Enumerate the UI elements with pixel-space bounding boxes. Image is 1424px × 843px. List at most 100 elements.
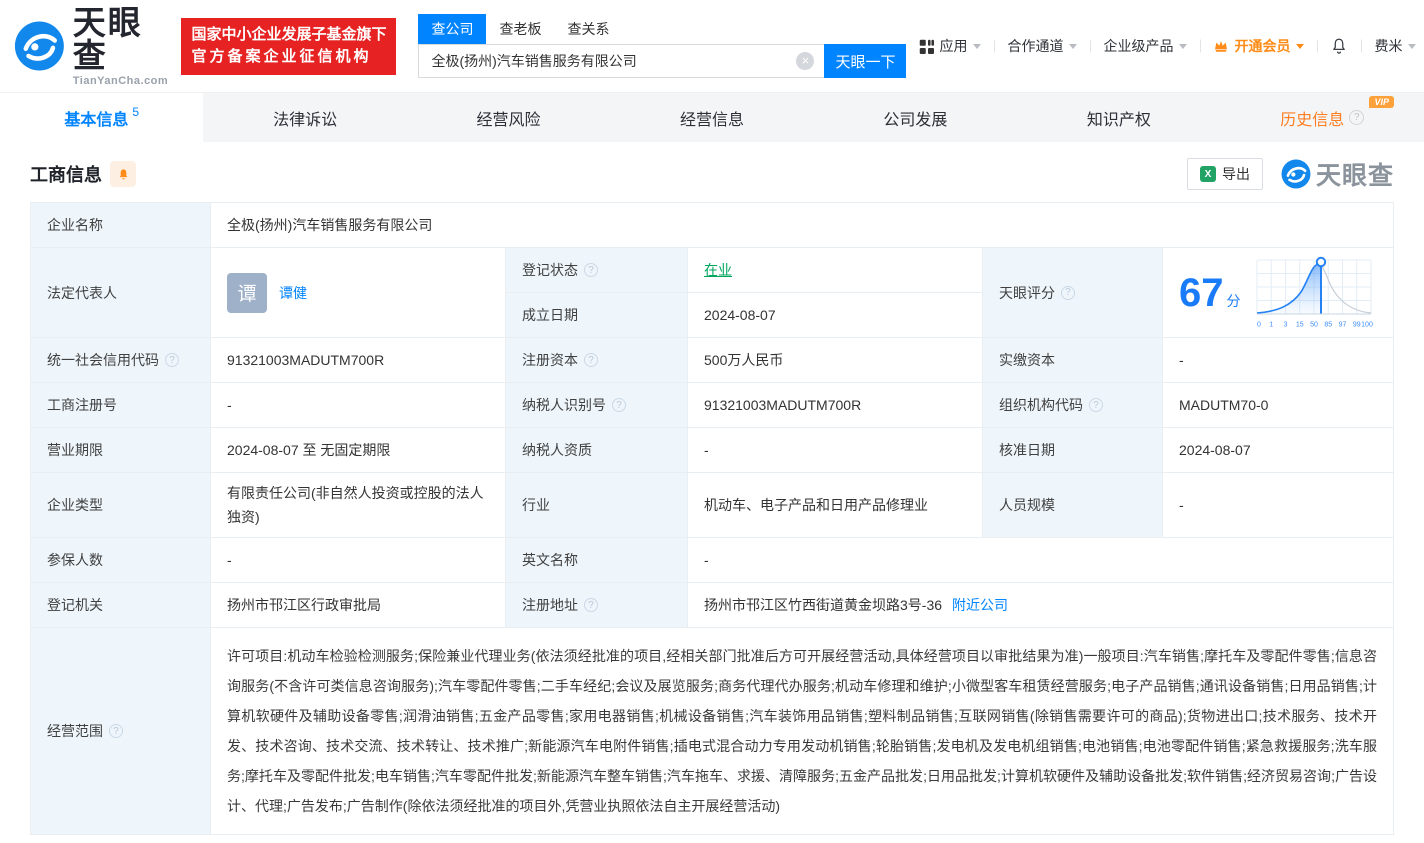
nav-user-menu[interactable]: 费米 <box>1361 36 1424 56</box>
search-bar: × 天眼一下 <box>418 44 907 78</box>
tab-legal-litigation[interactable]: 法律诉讼 <box>203 93 406 142</box>
field-label-industry: 行业 <box>506 473 688 537</box>
search-input[interactable] <box>418 44 825 78</box>
tab-label: 经营信息 <box>679 111 744 129</box>
score-value: 67 <box>1179 270 1224 315</box>
watermark-text: 天眼查 <box>1315 162 1394 190</box>
help-icon[interactable]: ? <box>1061 285 1075 300</box>
field-label-text: 经营范围 <box>47 723 103 739</box>
excel-icon: X <box>1199 166 1216 182</box>
tab-label: 经营风险 <box>476 111 541 129</box>
field-value-credit-code: 91321003MADUTM700R <box>211 338 506 382</box>
watermark-logo: 天眼查 <box>1281 156 1394 192</box>
help-icon[interactable]: ? <box>584 353 598 367</box>
field-label-english-name: 英文名称 <box>506 538 688 582</box>
field-label-reg-status: 登记状态 ? <box>506 248 688 292</box>
legal-rep-link[interactable]: 谭健 <box>279 283 307 303</box>
logo-title: 天眼查 <box>72 3 143 74</box>
axis-tick: 50 <box>1310 321 1318 328</box>
axis-tick: 0 <box>1257 321 1261 328</box>
table-row: 登记状态 ? 在业 <box>506 248 982 292</box>
table-row: 工商注册号 - 纳税人识别号 ? 91321003MADUTM700R 组织机构… <box>31 382 1393 427</box>
help-icon[interactable]: ? <box>584 263 598 277</box>
chevron-down-icon <box>1179 43 1188 49</box>
nearby-companies-link[interactable]: 附近公司 <box>952 595 1008 615</box>
search-tab-company[interactable]: 查公司 <box>418 14 487 44</box>
tab-operation-risk[interactable]: 经营风险 <box>407 93 610 142</box>
field-value-score: 67 分 0 1 3 15 50 85 97 99 100 <box>1163 248 1393 337</box>
field-label-business-term: 营业期限 <box>31 428 211 472</box>
avatar: 谭 <box>227 272 267 313</box>
tab-operation-info[interactable]: 经营信息 <box>610 93 813 142</box>
field-label-reg-number: 工商注册号 <box>31 383 211 427</box>
tab-intellectual-property[interactable]: 知识产权 <box>1017 93 1220 142</box>
help-icon[interactable]: ? <box>1349 110 1365 125</box>
nav-notifications[interactable] <box>1317 37 1361 55</box>
field-value-approval-date: 2024-08-07 <box>1179 442 1251 458</box>
field-value-paid-capital: - <box>1179 352 1184 368</box>
field-value-reg-number: - <box>211 383 506 427</box>
chevron-down-icon <box>973 43 982 49</box>
axis-tick: 15 <box>1295 321 1303 328</box>
field-label-insured-count: 参保人数 <box>31 538 211 582</box>
score-unit: 分 <box>1226 292 1241 309</box>
chevron-down-icon <box>1408 43 1417 49</box>
help-icon[interactable]: ? <box>109 724 123 738</box>
official-credit-badge: 国家中小企业发展子基金旗下 官方备案企业征信机构 <box>181 17 397 75</box>
chevron-down-icon <box>1069 43 1078 49</box>
score-pin-icon <box>1315 256 1326 267</box>
field-label-approval-date: 核准日期 <box>983 428 1163 472</box>
nav-enterprise-products[interactable]: 企业级产品 <box>1090 36 1200 56</box>
field-value-business-scope: 许可项目:机动车检验检测服务;保险兼业代理业务(依法须经批准的项目,经相关部门批… <box>227 648 1377 814</box>
field-label-credit-code: 统一社会信用代码 ? <box>31 338 211 382</box>
search-button[interactable]: 天眼一下 <box>824 44 907 78</box>
tab-label: 知识产权 <box>1086 111 1151 129</box>
help-icon[interactable]: ? <box>612 398 626 412</box>
tab-count-badge: 5 <box>132 104 140 119</box>
field-label-text: 注册地址 <box>522 597 578 613</box>
status-open-link[interactable]: 在业 <box>704 260 732 280</box>
field-value-legal-rep: 谭 谭健 <box>211 248 506 337</box>
field-value-industry: 机动车、电子产品和日用产品修理业 <box>688 473 983 537</box>
field-value-english-name: - <box>704 552 709 568</box>
tab-basic-info[interactable]: 基本信息 5 <box>0 93 204 142</box>
export-button[interactable]: X 导出 <box>1186 158 1263 190</box>
nav-open-vip[interactable]: 开通会员 <box>1200 36 1317 56</box>
header-nav: 应用 合作通道 企业级产品 开通会员 费米 <box>906 36 1424 56</box>
field-value-taxpayer-quali: - <box>688 428 983 472</box>
nav-apps[interactable]: 应用 <box>906 36 994 56</box>
search-tab-relation[interactable]: 查关系 <box>554 14 622 44</box>
help-icon[interactable]: ? <box>584 598 598 612</box>
search-tab-boss[interactable]: 查老板 <box>486 14 554 44</box>
field-value-reg-authority: 扬州市邗江区行政审批局 <box>211 583 506 627</box>
logo-text: 天眼查 TianYanCha.com <box>73 6 172 87</box>
table-row: 企业类型 有限责任公司(非自然人投资或控股的法人独资) 行业 机动车、电子产品和… <box>31 472 1393 537</box>
badge-line1: 国家中小企业发展子基金旗下 <box>191 25 387 43</box>
table-row: 参保人数 - 英文名称 - <box>31 537 1393 582</box>
tab-label: 公司发展 <box>883 111 948 129</box>
field-label-text: 组织机构代码 <box>999 397 1083 413</box>
field-value-company-type: 有限责任公司(非自然人投资或控股的法人独资) <box>211 473 506 537</box>
field-value-company-name: 全极(扬州)汽车销售服务有限公司 <box>227 217 433 233</box>
table-row: 登记机关 扬州市邗江区行政审批局 注册地址 ? 扬州市邗江区竹西街道黄金坝路3号… <box>31 582 1393 627</box>
search-area: 查公司 查老板 查关系 × 天眼一下 <box>418 14 907 78</box>
help-icon[interactable]: ? <box>1089 398 1103 412</box>
help-icon[interactable]: ? <box>165 353 179 367</box>
field-value-reg-status: 在业 <box>688 248 982 292</box>
field-value-reg-address: 扬州市邗江区竹西街道黄金坝路3号-36 附近公司 <box>688 583 1393 627</box>
table-row: 营业期限 2024-08-07 至 无固定期限 纳税人资质 - 核准日期 202… <box>31 427 1393 472</box>
axis-tick: 100 <box>1361 321 1373 328</box>
bell-icon <box>119 168 127 179</box>
status-date-subtable: 登记状态 ? 在业 成立日期 2024-08-07 <box>506 248 983 337</box>
field-label-reg-address: 注册地址 ? <box>506 583 688 627</box>
top-header: 天眼查 TianYanCha.com 国家中小企业发展子基金旗下 官方备案企业征… <box>0 0 1424 92</box>
nav-enterprise-label: 企业级产品 <box>1103 38 1174 54</box>
table-row: 企业名称 全极(扬州)汽车销售服务有限公司 <box>31 203 1393 247</box>
monitor-bell-button[interactable] <box>110 161 136 187</box>
grid-icon <box>919 39 935 54</box>
field-label-text: 纳税人识别号 <box>522 397 606 413</box>
tab-history-info[interactable]: VIP 历史信息 ? <box>1221 93 1424 142</box>
tab-company-development[interactable]: 公司发展 <box>814 93 1017 142</box>
nav-cooperation[interactable]: 合作通道 <box>994 36 1090 56</box>
tianyancha-logo[interactable]: 天眼查 TianYanCha.com <box>14 6 171 87</box>
